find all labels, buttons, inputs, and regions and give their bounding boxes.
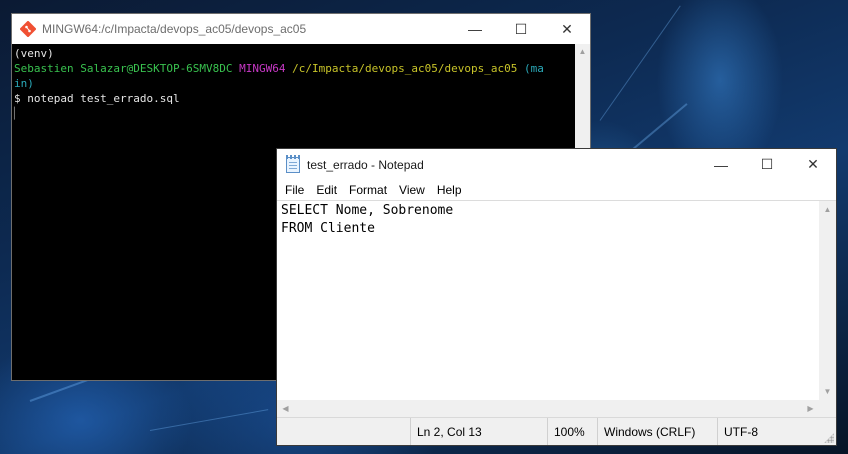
notepad-title: test_errado - Notepad: [307, 157, 424, 172]
maximize-button[interactable]: ☐: [498, 14, 544, 44]
menu-bar: File Edit Format View Help: [277, 180, 836, 200]
menu-file[interactable]: File: [279, 183, 310, 197]
wallpaper-streak: [599, 5, 681, 121]
scroll-up-arrow-icon[interactable]: ▲: [819, 201, 836, 218]
notepad-titlebar[interactable]: test_errado - Notepad — ☐ ✕: [277, 149, 836, 180]
scroll-down-arrow-icon[interactable]: ▼: [819, 383, 836, 400]
minimize-button[interactable]: —: [452, 14, 498, 44]
command-text: notepad test_errado.sql: [27, 92, 180, 105]
close-button[interactable]: ✕: [544, 14, 590, 44]
venv-line: (venv): [14, 47, 54, 60]
user-host: Sebastien Salazar@DESKTOP-6SMV8DC: [14, 62, 233, 75]
menu-view[interactable]: View: [393, 183, 431, 197]
menu-help[interactable]: Help: [431, 183, 468, 197]
status-position: Ln 2, Col 13: [410, 418, 547, 445]
text-cursor: ▏: [14, 107, 21, 120]
scrollbar-corner: [819, 400, 836, 417]
wallpaper-streak: [149, 409, 269, 431]
menu-edit[interactable]: Edit: [310, 183, 343, 197]
command-line: $ notepad test_errado.sql: [14, 91, 575, 106]
prompt-line: Sebastien Salazar@DESKTOP-6SMV8DC MINGW6…: [14, 61, 575, 76]
vertical-scrollbar[interactable]: ▲ ▼: [819, 200, 836, 400]
horizontal-scrollbar[interactable]: ◀ ▶: [277, 400, 819, 417]
prompt-symbol: $: [14, 92, 21, 105]
system-name: MINGW64: [239, 62, 286, 75]
terminal-title: MINGW64:/c/Impacta/devops_ac05/devops_ac…: [42, 22, 307, 36]
scroll-up-arrow-icon[interactable]: ▲: [575, 44, 590, 59]
text-editor[interactable]: SELECT Nome, Sobrenome FROM Cliente: [277, 200, 819, 400]
minimize-button[interactable]: —: [698, 149, 744, 180]
status-zoom: 100%: [547, 418, 597, 445]
menu-format[interactable]: Format: [343, 183, 393, 197]
scroll-right-arrow-icon[interactable]: ▶: [802, 400, 819, 417]
current-path: /c/Impacta/devops_ac05/devops_ac05: [292, 62, 518, 75]
close-button[interactable]: ✕: [790, 149, 836, 180]
git-branch-part2: in): [14, 77, 34, 90]
git-branch-part1: (ma: [523, 62, 544, 75]
status-bar: Ln 2, Col 13 100% Windows (CRLF) UTF-8: [277, 417, 836, 445]
notepad-window[interactable]: test_errado - Notepad — ☐ ✕ File Edit Fo…: [276, 148, 837, 446]
scroll-left-arrow-icon[interactable]: ◀: [277, 400, 294, 417]
terminal-titlebar[interactable]: MINGW64:/c/Impacta/devops_ac05/devops_ac…: [12, 14, 590, 44]
notepad-icon: [286, 154, 300, 173]
status-line-ending: Windows (CRLF): [597, 418, 717, 445]
status-encoding: UTF-8: [717, 418, 837, 445]
git-icon: [20, 21, 36, 37]
maximize-button[interactable]: ☐: [744, 149, 790, 180]
